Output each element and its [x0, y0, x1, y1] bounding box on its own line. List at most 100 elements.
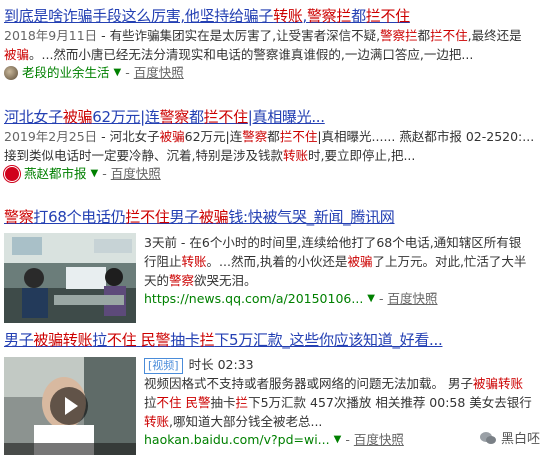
highlighted-keyword: 被骗 — [347, 254, 373, 269]
result-abstract: 2019年2月25日 - 河北女子被骗62万元|连警察都拦不住|真相曝光....… — [4, 127, 544, 165]
text-run: ,哪知道大部分钱全被老总... — [169, 414, 323, 429]
text-run: - 河北女子 — [97, 129, 160, 144]
highlighted-keyword: 拦不住 — [430, 28, 468, 43]
search-result: 警察打68个电话仍拦不住男子被骗钱:快被气哭_新闻_腾讯网 3天前 - 在6个小… — [4, 207, 544, 323]
chevron-down-icon[interactable]: ▼ — [334, 431, 342, 449]
watermark: 黑白呸 — [479, 428, 540, 447]
result-abstract: [视频] 时长 02:33 视频因格式不支持或者服务器或网络的问题无法加载。 男子… — [144, 355, 544, 431]
text-run: 天的 — [144, 273, 170, 288]
result-date: 2019年2月25日 — [4, 129, 98, 144]
text-run: 河北女子 — [4, 108, 63, 126]
text-run: 。...然而小唐已经无法分清现实和电话的警察谁真谁假的,一边满口答应,一边把..… — [29, 47, 474, 62]
highlighted-keyword: 转账 — [181, 254, 207, 269]
highlighted-keyword: 不住 — [156, 395, 182, 410]
highlighted-keyword: 警察 — [4, 208, 34, 226]
chevron-down-icon[interactable]: ▼ — [367, 290, 375, 308]
text-run: |真相曝光... — [247, 108, 325, 126]
text-run: 钱:快被气哭_新闻_腾讯网 — [228, 208, 395, 226]
play-icon[interactable] — [50, 387, 88, 425]
highlighted-keyword: 转账 — [144, 414, 170, 429]
highlighted-keyword: 拦不住 — [203, 108, 248, 126]
text-run: 拉 — [92, 331, 107, 349]
text-run: 接到类似电话时一定要冷静、沉着,特别是涉及钱款 — [4, 148, 283, 163]
result-source: https://news.qq.com/a/20150106... ▼ - 百度… — [144, 290, 438, 308]
highlighted-keyword: 拦不住 — [125, 208, 170, 226]
watermark-text: 黑白呸 — [500, 432, 540, 447]
highlighted-keyword: 警察 — [242, 129, 268, 144]
source-avatar-icon — [4, 66, 18, 80]
highlighted-keyword: 拦 — [199, 331, 215, 349]
highlighted-keyword: 警察 — [169, 273, 195, 288]
result-title-link[interactable]: 警察打68个电话仍拦不住男子被骗钱:快被气哭_新闻_腾讯网 — [4, 207, 544, 227]
source-name[interactable]: 老段的业余生活 — [22, 64, 110, 82]
text-run: ,最终还是 — [467, 28, 522, 43]
snapshot-link[interactable]: 百度快照 — [134, 64, 184, 82]
video-duration: 时长 02:33 — [188, 357, 254, 372]
text-run: 下5万汇款 457次播放 相关推荐 00:58 美女去银行 — [248, 395, 532, 410]
result-title-link[interactable]: 男子被骗转账拉不住 民警抽卡拦下5万汇款_这些你应该知道_好看... — [4, 330, 544, 350]
highlighted-keyword: 被骗 — [62, 108, 93, 126]
text-run: 下5万汇款_这些你应该知道_好看... — [214, 331, 443, 349]
text-run: 。...然而,执着的小伙还是 — [206, 254, 348, 269]
text-run: - 有些诈骗集团实在是太厉害了,让受害者深信不疑, — [97, 28, 381, 43]
highlighted-keyword: 被骗 — [4, 47, 30, 62]
news-logo-icon — [4, 166, 20, 182]
result-title-link[interactable]: 河北女子被骗62万元|连警察都拦不住|真相曝光... — [4, 107, 544, 127]
text-run: 62万元|连 — [92, 108, 160, 126]
search-result: 河北女子被骗62万元|连警察都拦不住|真相曝光... 2019年2月25日 - … — [4, 107, 544, 183]
text-run: 抽卡 — [210, 395, 236, 410]
text-run: |真相曝光...... 燕赵都市报 02-2520:... — [317, 129, 535, 144]
text-run: 男子 — [169, 208, 200, 226]
text-run: 3天前 - 在6个小时的时间里,连续给他打了68个电话,通知辖区所有银 — [144, 235, 522, 250]
snapshot-link[interactable]: 百度快照 — [111, 165, 161, 183]
text-run: 都 — [351, 7, 366, 25]
snapshot-link[interactable]: 百度快照 — [354, 431, 404, 449]
text-run: 都 — [417, 28, 431, 43]
highlighted-keyword: 转账 — [282, 148, 308, 163]
chevron-down-icon[interactable]: ▼ — [91, 165, 99, 183]
result-source: 老段的业余生活 ▼ - 百度快照 — [4, 64, 544, 82]
result-abstract: 2018年9月11日 - 有些诈骗集团实在是太厉害了,让受害者深信不疑,警察拦都… — [4, 26, 544, 64]
highlighted-keyword: 拦不住 — [365, 7, 410, 25]
result-url[interactable]: haokan.baidu.com/v?pd=wi... — [144, 431, 330, 449]
highlighted-keyword: 民警 — [185, 395, 211, 410]
result-url[interactable]: https://news.qq.com/a/20150106... — [144, 290, 363, 308]
video-tag: [视频] — [144, 358, 183, 374]
result-title-link[interactable]: 到底是啥诈骗手段这么厉害,他坚持给骗子转账,警察拦都拦不住 — [4, 6, 544, 26]
text-run: 抽卡 — [170, 331, 200, 349]
text-run: 都 — [267, 129, 280, 144]
highlighted-keyword: 转账 — [273, 7, 303, 25]
text-run: 62万元|连 — [184, 129, 243, 144]
text-run: 时,要立即停止,把... — [308, 148, 416, 163]
text-run: 欲哭无泪。 — [194, 273, 257, 288]
video-thumbnail[interactable] — [4, 357, 136, 455]
text-run: 到底是啥诈骗手段这么厉害,他坚持给骗子 — [4, 7, 274, 25]
text-run: 都 — [188, 108, 204, 126]
search-result: 到底是啥诈骗手段这么厉害,他坚持给骗子转账,警察拦都拦不住 2018年9月11日… — [4, 6, 544, 82]
highlighted-keyword: 被骗转账 — [33, 331, 93, 349]
text-run: 打68个电话仍 — [33, 208, 126, 226]
text-run: 了上万元。对此,忙活了大半 — [372, 254, 527, 269]
highlighted-keyword: 被骗 — [198, 208, 229, 226]
highlighted-keyword: 被骗转账 — [472, 376, 523, 391]
highlighted-keyword: 不住 — [106, 331, 137, 349]
result-source: 燕赵都市报 ▼ - 百度快照 — [4, 165, 544, 183]
bank-scene-image — [4, 233, 136, 323]
highlighted-keyword: 被骗 — [159, 129, 185, 144]
text-run: 行阻止 — [144, 254, 182, 269]
source-name[interactable]: 燕赵都市报 — [24, 165, 87, 183]
text-run: 视频因格式不支持或者服务器或网络的问题无法加载。 男子 — [144, 376, 473, 391]
chevron-down-icon[interactable]: ▼ — [114, 64, 122, 82]
wechat-icon — [479, 431, 496, 444]
result-date: 2018年9月11日 — [4, 28, 98, 43]
text-run: 男子 — [4, 331, 34, 349]
highlighted-keyword: 民警 — [140, 331, 171, 349]
highlighted-keyword: 拦 — [235, 395, 249, 410]
snapshot-link[interactable]: 百度快照 — [388, 290, 438, 308]
highlighted-keyword: 拦不住 — [279, 129, 318, 144]
text-run: 拉 — [144, 395, 157, 410]
highlighted-keyword: 警察 — [159, 108, 190, 126]
news-photo-thumbnail[interactable] — [4, 233, 136, 323]
result-abstract: 3天前 - 在6个小时的时间里,连续给他打了68个电话,通知辖区所有银 行阻止转… — [144, 233, 544, 290]
highlighted-keyword: 警察拦 — [306, 7, 352, 25]
